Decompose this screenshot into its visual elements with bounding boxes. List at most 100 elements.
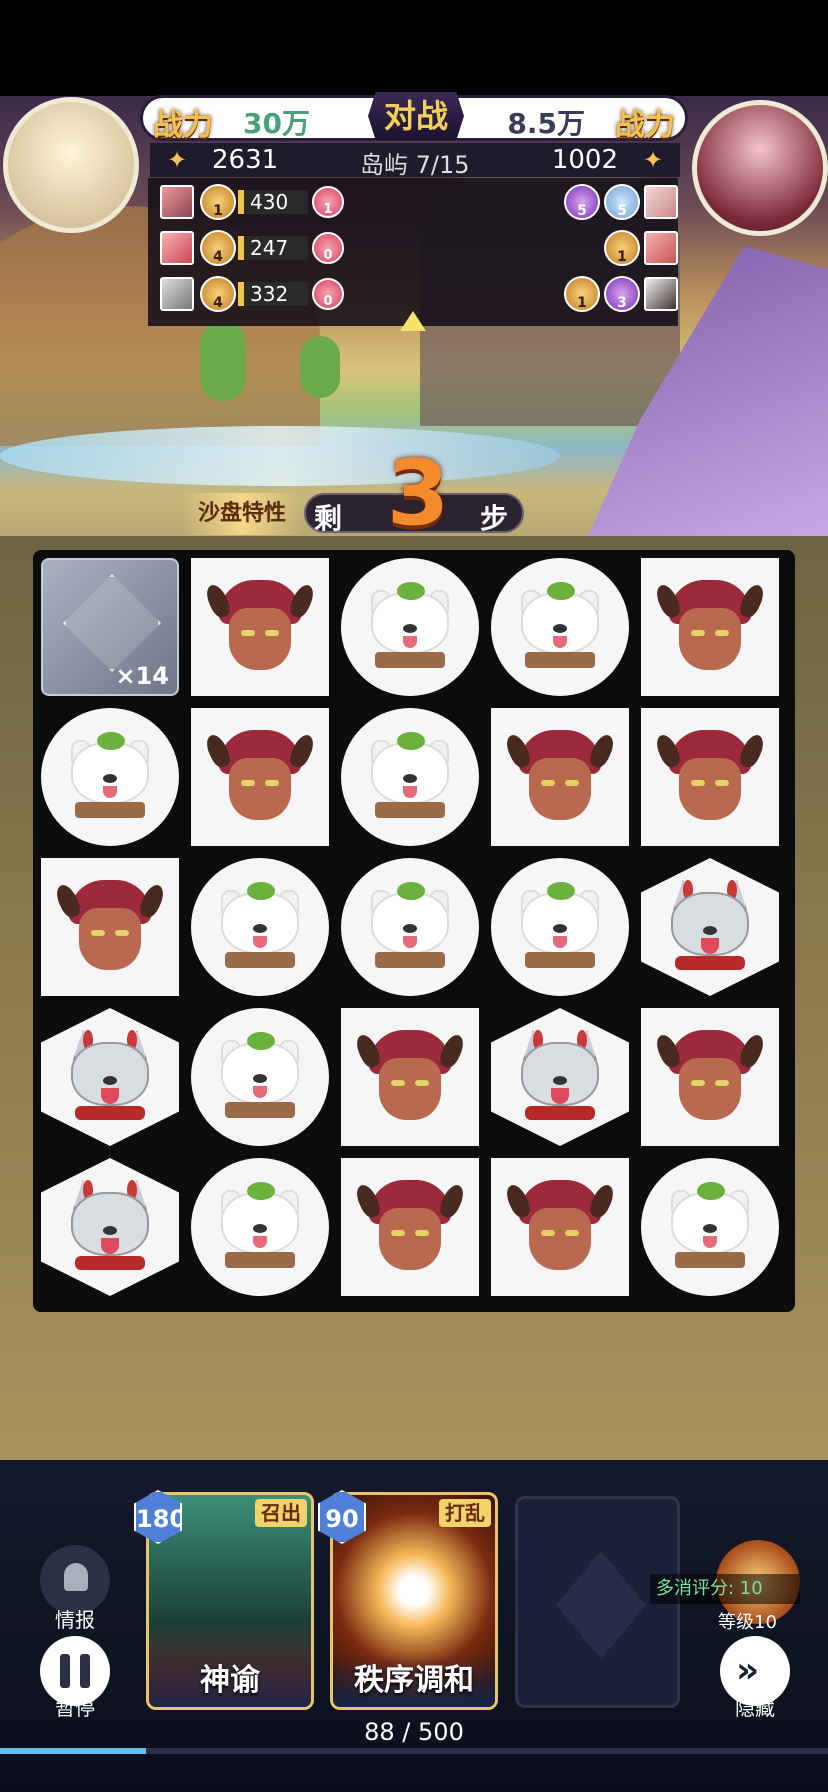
board-tile-demon[interactable] xyxy=(191,558,329,696)
board-tile-stone[interactable]: ×14 xyxy=(41,558,179,696)
score-left: 2631 xyxy=(212,145,279,175)
board-tile-demon[interactable] xyxy=(641,708,779,846)
board-tile-demon[interactable] xyxy=(491,1158,629,1296)
unit-portrait[interactable] xyxy=(160,231,194,265)
progress-text: 88 / 500 xyxy=(364,1718,464,1746)
wolf-face-icon xyxy=(65,1180,155,1274)
wolf-face-icon xyxy=(665,880,755,974)
board-tile-dog[interactable] xyxy=(641,1158,779,1296)
demon-face-icon xyxy=(202,580,318,674)
wolf-face-icon xyxy=(515,1030,605,1124)
demon-face-icon xyxy=(352,1180,468,1274)
level-label: 等级10 xyxy=(718,1612,777,1633)
unit-level-badge: 1 xyxy=(200,184,236,220)
board-tile-wolf[interactable] xyxy=(641,858,779,996)
units-panel: 1 430 1 5 5 4 247 0 1 4 332 0 1 3 xyxy=(148,178,678,326)
pause-icon xyxy=(80,1654,90,1688)
scene-river xyxy=(0,426,560,486)
opponent-avatar[interactable] xyxy=(692,100,828,236)
enemy-unit-portrait[interactable] xyxy=(644,185,678,219)
unit-count-badge: 1 xyxy=(312,186,344,218)
bell-icon xyxy=(64,1563,88,1591)
board-tile-dog[interactable] xyxy=(491,558,629,696)
stone-count: ×14 xyxy=(115,662,169,690)
demon-face-icon xyxy=(652,730,768,824)
enemy-unit-badge: 1 xyxy=(604,230,640,266)
dog-face-icon xyxy=(65,730,155,824)
unit-row: 1 430 1 5 5 xyxy=(156,182,678,222)
dog-face-icon xyxy=(515,880,605,974)
enemy-unit-badge: 5 xyxy=(604,184,640,220)
power-value-right: 8.5万 xyxy=(507,107,585,140)
board-tile-wolf[interactable] xyxy=(41,1008,179,1146)
demon-face-icon xyxy=(652,1030,768,1124)
unit-count-badge: 0 xyxy=(312,278,344,310)
top-black-bar xyxy=(0,0,828,96)
power-bar: 战力 30万 对战 8.5万 战力 xyxy=(140,92,688,143)
unit-row: 4 332 0 1 3 xyxy=(156,274,678,314)
board-tile-dog[interactable] xyxy=(191,1158,329,1296)
unit-level-badge: 4 xyxy=(200,276,236,312)
game-board: ×14 xyxy=(33,550,795,1312)
board-tile-dog[interactable] xyxy=(41,708,179,846)
demon-face-icon xyxy=(652,580,768,674)
combo-score: 多消评分: 10 xyxy=(650,1574,800,1604)
board-tile-dog[interactable] xyxy=(191,858,329,996)
score-right: 1002 xyxy=(551,145,618,175)
board-tile-dog[interactable] xyxy=(341,858,479,996)
vs-label: 对战 xyxy=(368,92,464,140)
enemy-unit-portrait[interactable] xyxy=(644,277,678,311)
board-tile-wolf[interactable] xyxy=(491,1008,629,1146)
unit-portrait[interactable] xyxy=(160,185,194,219)
dog-face-icon xyxy=(515,580,605,674)
dog-face-icon xyxy=(215,1180,305,1274)
score-row: ✦ 2631 岛屿 7/15 1002 ✦ xyxy=(150,143,680,179)
board-tile-dog[interactable] xyxy=(191,1008,329,1146)
dog-face-icon xyxy=(365,580,455,674)
turn-indicator-icon xyxy=(400,311,426,331)
dog-face-icon xyxy=(215,880,305,974)
board-tile-demon[interactable] xyxy=(641,1008,779,1146)
progress-fill xyxy=(0,1748,146,1754)
unit-count-badge: 0 xyxy=(312,232,344,264)
board-tile-dog[interactable] xyxy=(341,708,479,846)
unit-portrait[interactable] xyxy=(160,277,194,311)
board-tile-demon[interactable] xyxy=(41,858,179,996)
enemy-unit-badge: 1 xyxy=(564,276,600,312)
board-tile-demon[interactable] xyxy=(641,558,779,696)
sandbox-trait-button[interactable]: 沙盘特性 xyxy=(182,493,302,535)
enemy-unit-badge: 3 xyxy=(604,276,640,312)
board-tile-demon[interactable] xyxy=(341,1008,479,1146)
enemy-unit-badge: 5 xyxy=(564,184,600,220)
enemy-unit-portrait[interactable] xyxy=(644,231,678,265)
card-name: 神谕 xyxy=(149,1655,311,1707)
board-tile-demon[interactable] xyxy=(491,708,629,846)
pause-label: 暂停 xyxy=(55,1696,95,1720)
unit-hp: 430 xyxy=(238,190,308,214)
info-label: 情报 xyxy=(55,1608,95,1632)
star-icon: ✦ xyxy=(642,146,664,174)
board-tile-demon[interactable] xyxy=(191,708,329,846)
steps-count: 3 xyxy=(386,441,450,546)
unit-level-badge: 4 xyxy=(200,230,236,266)
unit-hp: 247 xyxy=(238,236,308,260)
wolf-face-icon xyxy=(65,1030,155,1124)
power-value-left: 30万 xyxy=(243,107,310,140)
dog-face-icon xyxy=(215,1030,305,1124)
player-avatar[interactable] xyxy=(3,97,139,233)
progress-track xyxy=(0,1748,828,1754)
steps-prefix: 剩 xyxy=(314,502,343,535)
stone-icon xyxy=(63,574,161,672)
board-tile-wolf[interactable] xyxy=(41,1158,179,1296)
demon-face-icon xyxy=(52,880,168,974)
demon-face-icon xyxy=(502,1180,618,1274)
board-tile-dog[interactable] xyxy=(341,558,479,696)
board-tile-dog[interactable] xyxy=(491,858,629,996)
power-label-right: 战力 xyxy=(615,108,675,143)
scene-cactus xyxy=(300,336,340,398)
board-tile-demon[interactable] xyxy=(341,1158,479,1296)
hide-label: 隐藏 xyxy=(735,1696,775,1720)
dog-face-icon xyxy=(365,880,455,974)
demon-face-icon xyxy=(352,1030,468,1124)
demon-face-icon xyxy=(502,730,618,824)
